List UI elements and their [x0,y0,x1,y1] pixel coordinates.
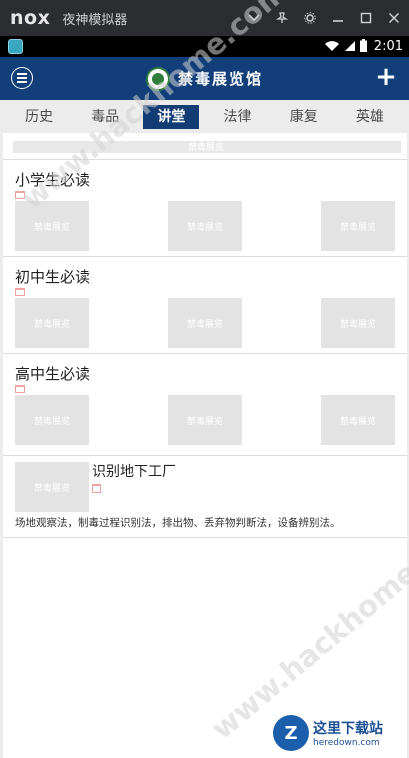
section-thumbnail[interactable]: 禁毒展览 [321,395,395,445]
section-primary-school[interactable]: 小学生必读 禁毒展览 禁毒展览 禁毒展览 [3,159,407,256]
section-thumbnail[interactable]: 禁毒展览 [168,395,242,445]
add-icon[interactable]: + [373,64,399,91]
article-row[interactable]: 禁毒展览 识别地下工厂 场地观察法，制毒过程识别法，排出物、丢弃物判断法，设备辨… [3,455,407,538]
section-high-school[interactable]: 高中生必读 禁毒展览 禁毒展览 禁毒展览 [3,353,407,450]
section-thumbnail[interactable]: 禁毒展览 [168,201,242,251]
section-thumbnail[interactable]: 禁毒展览 [15,298,89,348]
tag-icon [15,385,25,393]
thumbnail-placeholder-text: 禁毒展览 [339,319,376,330]
tab-law[interactable]: 法律 [210,105,266,129]
tab-rehab[interactable]: 康复 [276,105,332,129]
thumbnail-placeholder-text: 禁毒展览 [33,483,70,494]
app-title-group: 禁毒展览馆 [145,66,263,91]
tag-icon [15,288,25,296]
thumbnail-placeholder-text: 禁毒展览 [339,222,376,233]
thumbnail-placeholder-text: 禁毒展览 [33,416,70,427]
section-title: 高中生必读 [15,365,91,383]
section-middle-school[interactable]: 初中生必读 禁毒展览 禁毒展览 禁毒展览 [3,256,407,353]
tab-history[interactable]: 历史 [11,105,67,129]
tab-drugs[interactable]: 毒品 [77,105,133,129]
thumbnail-placeholder-text: 禁毒展览 [186,222,223,233]
section-title: 初中生必读 [15,268,91,286]
close-icon[interactable] [387,11,401,25]
article-title: 识别地下工厂 [92,464,176,480]
battery-icon [359,37,367,56]
brand-url: heredown.com [313,738,380,748]
section-thumbnail[interactable]: 禁毒展览 [15,201,89,251]
maximize-icon[interactable] [359,11,373,25]
app-title: 禁毒展览馆 [177,70,263,88]
article-thumbnail[interactable]: 禁毒展览 [15,462,89,512]
tab-heroes[interactable]: 英雄 [342,105,398,129]
category-tabs: 历史 毒品 讲堂 法律 康复 英雄 [0,100,409,133]
section-title: 小学生必读 [15,171,91,189]
gear-icon[interactable] [303,11,317,25]
brand-text: 这里下载站 heredown.com [313,718,383,748]
section-thumbnail[interactable]: 禁毒展览 [321,201,395,251]
emulator-title: 夜神模拟器 [62,12,128,28]
wifi-icon [324,37,340,56]
section-thumbnail[interactable]: 禁毒展览 [15,395,89,445]
emulator-title-bar: nox 夜神模拟器 [0,0,409,36]
android-status-bar: 2:01 [0,36,409,57]
section-thumbnail[interactable]: 禁毒展览 [168,298,242,348]
tag-icon [92,484,101,493]
tab-lecture[interactable]: 讲堂 [143,104,200,129]
pin-icon[interactable] [275,11,289,25]
lecture-content: 禁毒展览 小学生必读 禁毒展览 禁毒展览 禁毒展览 初中生必读 禁毒展览 禁毒展… [3,133,407,758]
minimize-icon[interactable] [331,11,345,25]
thumbnail-placeholder-text: 禁毒展览 [186,416,223,427]
chevron-down-icon[interactable] [247,11,261,25]
brand-mark-icon: Z [273,715,309,751]
banner-image[interactable]: 禁毒展览 [13,141,401,153]
brand-name: 这里下载站 [313,721,383,737]
thumbnail-placeholder-text: 禁毒展览 [339,416,376,427]
status-time: 2:01 [373,39,403,54]
app-header: 禁毒展览馆 + [0,57,409,100]
emulator-logo: nox [10,7,51,29]
brand-logo: Z 这里下载站 heredown.com [273,712,403,754]
banner-placeholder-text: 禁毒展览 [188,143,225,153]
emulator-window-controls [247,0,401,36]
signal-icon [344,37,356,56]
menu-icon[interactable] [11,67,33,89]
thumbnail-placeholder-text: 禁毒展览 [186,319,223,330]
anti-drug-emblem-icon [145,66,170,91]
thumbnail-placeholder-text: 禁毒展览 [33,222,70,233]
tag-icon [15,191,25,199]
section-thumbnail[interactable]: 禁毒展览 [321,298,395,348]
app-notification-icon [8,39,23,54]
thumbnail-placeholder-text: 禁毒展览 [33,319,70,330]
article-description: 场地观察法，制毒过程识别法，排出物、丢弃物判断法，设备辨别法。 [15,517,341,529]
status-indicators: 2:01 [324,36,403,57]
